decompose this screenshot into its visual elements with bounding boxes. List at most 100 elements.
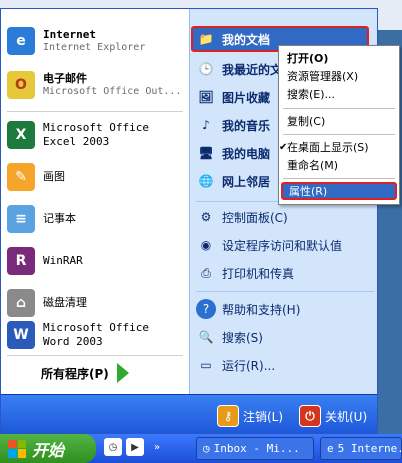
taskbar-window-label: 5 Interne... <box>337 442 401 455</box>
pinned-item-subtitle: Microsoft Office Out... <box>43 85 182 97</box>
help-item[interactable]: ? 帮助和支持(H) <box>196 297 374 321</box>
recent-documents-icon: 🕒 <box>198 62 214 76</box>
all-programs-button[interactable]: 所有程序(P) <box>41 361 129 385</box>
my-documents-icon: 📁 <box>198 32 214 46</box>
expand-chevron-icon[interactable]: » <box>148 438 166 456</box>
paint-icon: ✎ <box>7 163 35 191</box>
outlook-icon: ◷ <box>203 442 210 455</box>
search-item[interactable]: 🔍 搜索(S) <box>196 325 374 349</box>
start-menu-left-pane: e Internet Internet Explorer O 电子邮件 Micr… <box>1 9 189 394</box>
recent-item-label: Microsoft Office Word 2003 <box>43 321 149 348</box>
right-item-label: 运行(R)... <box>222 358 276 373</box>
printer-icon: ⎙ <box>201 265 211 280</box>
context-separator <box>283 134 395 135</box>
search-icon: 🔍 <box>198 330 214 344</box>
context-rename[interactable]: 重命名(M) <box>281 156 397 174</box>
my-computer-icon: 🖥 <box>198 146 214 160</box>
pinned-item-subtitle: Internet Explorer <box>43 41 146 53</box>
recent-item-label: Microsoft Office Excel 2003 <box>43 121 149 148</box>
context-item-label: 搜索(E)... <box>287 88 336 101</box>
right-item-label: 我的文档 <box>222 32 271 47</box>
right-item-label: 我的音乐 <box>222 118 271 133</box>
quick-launch: ◷ ▶ » <box>104 438 166 456</box>
context-open[interactable]: 打开(O) <box>281 49 397 67</box>
logoff-button[interactable]: ⚷ 注销(L) <box>217 403 283 429</box>
pinned-item-title: Internet <box>43 27 96 41</box>
notepad-icon: ≡ <box>7 205 35 233</box>
all-programs-separator <box>7 355 183 356</box>
right-item-label: 网上邻居 <box>222 174 271 189</box>
context-item-label: 打开(O) <box>287 52 329 65</box>
arrow-right-icon <box>116 363 129 383</box>
recent-word[interactable]: W Microsoft Office Word 2003 <box>7 315 185 355</box>
control-panel-item[interactable]: ⚙ 控制面板(C) <box>196 205 374 229</box>
context-show-on-desktop[interactable]: ✔ 在桌面上显示(S) <box>279 138 397 156</box>
context-menu: 打开(O) 资源管理器(X) 搜索(E)... 复制(C) ✔ 在桌面上显示(S… <box>278 45 400 205</box>
excel-icon: X <box>7 121 35 149</box>
logoff-label: 注销(L) <box>243 409 284 424</box>
recent-winrar[interactable]: R WinRAR <box>7 241 185 281</box>
pinned-separator <box>7 111 183 112</box>
taskbar-window-inbox[interactable]: ◷ Inbox - Mi... <box>196 437 314 460</box>
run-item[interactable]: ▭ 运行(R)... <box>196 353 374 377</box>
recent-item-label: WinRAR <box>43 254 83 268</box>
pinned-item-title: 电子邮件 <box>43 71 87 85</box>
network-places-icon: 🌐 <box>198 174 214 188</box>
context-copy[interactable]: 复制(C) <box>281 112 397 130</box>
right-item-label: 设定程序访问和默认值 <box>222 238 343 253</box>
pinned-internet-explorer[interactable]: e Internet Internet Explorer <box>7 21 185 61</box>
help-icon: ? <box>196 299 216 319</box>
control-panel-icon: ⚙ <box>200 210 212 224</box>
checkmark-icon: ✔ <box>279 141 288 153</box>
context-search[interactable]: 搜索(E)... <box>281 85 397 103</box>
context-separator <box>283 108 395 109</box>
start-menu-bottom-bar: ⚷ 注销(L) ⏻ 关机(U) <box>1 394 377 433</box>
recent-item-label: 磁盘清理 <box>43 296 87 310</box>
context-item-label: 属性(R) <box>289 185 328 198</box>
context-properties[interactable]: 属性(R) <box>281 182 397 200</box>
program-defaults-icon: ◉ <box>200 238 212 252</box>
recent-item-label: 记事本 <box>43 212 76 226</box>
shutdown-button[interactable]: ⏻ 关机(U) <box>299 403 367 429</box>
recent-excel[interactable]: X Microsoft Office Excel 2003 <box>7 115 185 155</box>
logoff-icon: ⚷ <box>217 405 239 427</box>
right-item-label: 图片收藏 <box>222 90 271 105</box>
clock-app-icon[interactable]: ◷ <box>104 438 122 456</box>
media-player-icon[interactable]: ▶ <box>126 438 144 456</box>
right-item-label: 我的电脑 <box>222 146 271 161</box>
context-item-label: 重命名(M) <box>287 159 339 172</box>
printers-item[interactable]: ⎙ 打印机和传真 <box>196 261 374 285</box>
taskbar-window-internet[interactable]: e 5 Interne... <box>320 437 402 460</box>
disk-cleanup-icon: ⌂ <box>7 289 35 317</box>
right-item-label: 打印机和传真 <box>222 266 295 281</box>
right-item-label: 搜索(S) <box>222 330 263 345</box>
taskbar: 开始 ◷ ▶ » ◷ Inbox - Mi... e 5 Interne... <box>0 434 402 463</box>
outlook-icon: O <box>7 71 35 99</box>
winrar-icon: R <box>7 247 35 275</box>
start-label: 开始 <box>32 440 65 460</box>
shutdown-label: 关机(U) <box>325 409 368 424</box>
context-explorer[interactable]: 资源管理器(X) <box>281 67 397 85</box>
internet-explorer-icon: e <box>327 442 334 455</box>
context-item-label: 在桌面上显示(S) <box>287 141 369 154</box>
word-icon: W <box>7 321 35 349</box>
recent-notepad[interactable]: ≡ 记事本 <box>7 199 185 239</box>
start-button[interactable]: 开始 <box>0 434 96 463</box>
program-defaults-item[interactable]: ◉ 设定程序访问和默认值 <box>196 233 374 257</box>
run-icon: ▭ <box>200 358 212 372</box>
context-item-label: 资源管理器(X) <box>287 70 359 83</box>
right-item-label: 控制面板(C) <box>222 210 288 225</box>
pinned-email[interactable]: O 电子邮件 Microsoft Office Out... <box>7 65 185 105</box>
recent-item-label: 画图 <box>43 170 65 184</box>
all-programs-label: 所有程序(P) <box>41 366 109 381</box>
my-music-icon: ♪ <box>202 118 210 132</box>
right-item-label: 帮助和支持(H) <box>222 302 301 317</box>
right-separator <box>196 291 374 292</box>
my-pictures-icon: 🖼 <box>198 90 214 104</box>
context-separator <box>283 178 395 179</box>
recent-paint[interactable]: ✎ 画图 <box>7 157 185 197</box>
power-icon: ⏻ <box>299 405 321 427</box>
windows-logo-icon <box>8 439 26 458</box>
internet-explorer-icon: e <box>7 27 35 55</box>
context-item-label: 复制(C) <box>287 115 326 128</box>
